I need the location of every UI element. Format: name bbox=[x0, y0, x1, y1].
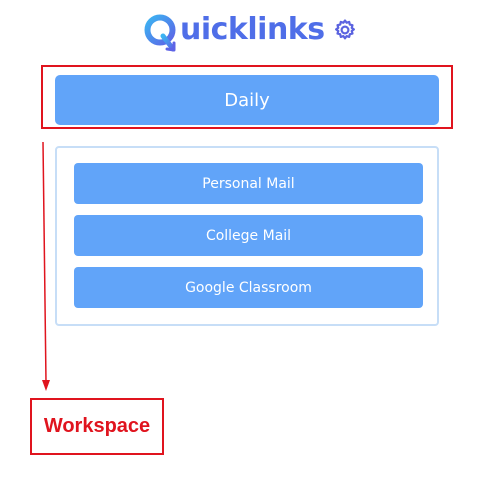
gear-icon[interactable] bbox=[333, 18, 357, 42]
college-mail-button[interactable]: College Mail bbox=[74, 215, 423, 256]
q-arrow-icon bbox=[143, 12, 179, 52]
workspace-annotation-box: Workspace bbox=[30, 398, 164, 455]
workspace-label: Workspace bbox=[43, 415, 151, 437]
personal-mail-button[interactable]: Personal Mail bbox=[74, 163, 423, 204]
links-panel: Personal Mail College Mail Google Classr… bbox=[55, 146, 439, 326]
daily-button[interactable]: Daily bbox=[55, 75, 439, 125]
google-classroom-button[interactable]: Google Classroom bbox=[74, 267, 423, 308]
app-logo: uicklinks bbox=[143, 8, 357, 52]
quicklinks-page: uicklinks Daily Personal Mail College Ma… bbox=[0, 0, 497, 497]
logo-text: uicklinks bbox=[180, 12, 325, 47]
